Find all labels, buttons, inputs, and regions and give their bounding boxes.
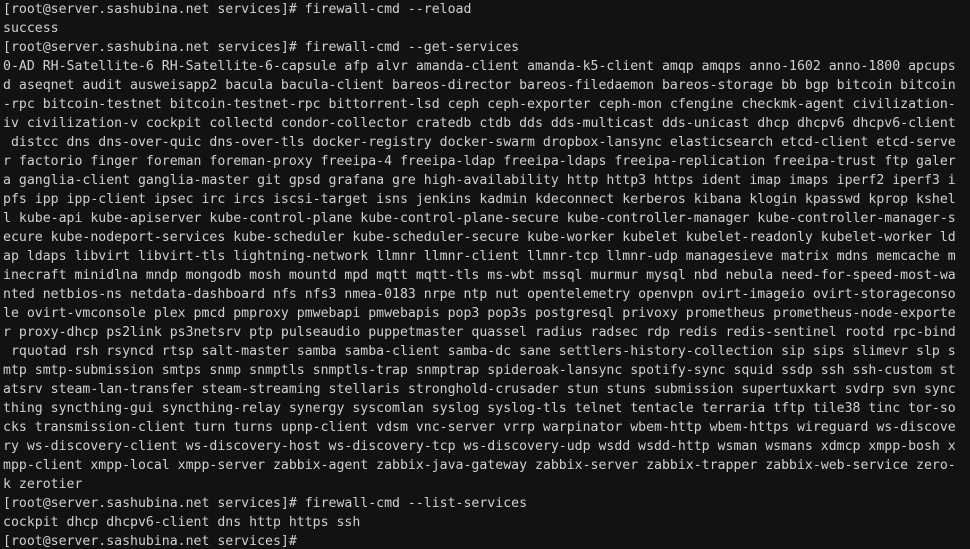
terminal-line: [root@server.sashubina.net services]# fi… [3,496,528,511]
terminal-line: mpp-client xmpp-local xmpp-server zabbix… [3,458,956,473]
terminal-line[interactable]: [root@server.sashubina.net services]# [3,532,970,549]
terminal-line: l kube-api kube-apiserver kube-control-p… [3,211,956,226]
terminal-line: distcc dns dns-over-quic dns-over-tls do… [3,135,956,150]
terminal-line: mtp smtp-submission smtps snmp snmptls s… [3,363,956,378]
terminal-line: k zerotier [3,477,83,492]
terminal-window[interactable]: [root@server.sashubina.net services]# fi… [0,0,970,549]
terminal-line: d aseqnet audit ausweisapp2 bacula bacul… [3,78,956,93]
cursor [305,533,313,548]
terminal-line: le ovirt-vmconsole plex pmcd pmproxy pmw… [3,306,956,321]
terminal-line: [root@server.sashubina.net services]# fi… [3,2,472,17]
terminal-line: [root@server.sashubina.net services]# fi… [3,40,520,55]
terminal-line: -rpc bitcoin-testnet bitcoin-testnet-rpc… [3,97,956,112]
terminal-line: iv civilization-v cockpit collectd condo… [3,116,956,131]
terminal-line: ecure kube-nodeport-services kube-schedu… [3,230,956,245]
terminal-line: rquotad rsh rsyncd rtsp salt-master samb… [3,344,956,359]
terminal-line: pfs ipp ipp-client ipsec irc ircs iscsi-… [3,192,956,207]
terminal-line: r proxy-dhcp ps2link ps3netsrv ptp pulse… [3,325,956,340]
terminal-line: cockpit dhcp dhcpv6-client dns http http… [3,515,361,530]
terminal-line: 0-AD RH-Satellite-6 RH-Satellite-6-capsu… [3,59,956,74]
terminal-line: nted netbios-ns netdata-dashboard nfs nf… [3,287,956,302]
terminal-line: thing syncthing-gui syncthing-relay syne… [3,401,956,416]
terminal-line: success [3,21,59,36]
prompt-text: [root@server.sashubina.net services]# [3,534,305,549]
terminal-line: inecraft minidlna mndp mongodb mosh moun… [3,268,956,283]
terminal-line: ap ldaps libvirt libvirt-tls lightning-n… [3,249,956,264]
terminal-line: atsrv steam-lan-transfer steam-streaming… [3,382,956,397]
terminal-line: a ganglia-client ganglia-master git gpsd… [3,173,956,188]
terminal-line: cks transmission-client turn turns upnp-… [3,420,956,435]
terminal-line: ry ws-discovery-client ws-discovery-host… [3,439,956,454]
terminal-line: r factorio finger foreman foreman-proxy … [3,154,956,169]
